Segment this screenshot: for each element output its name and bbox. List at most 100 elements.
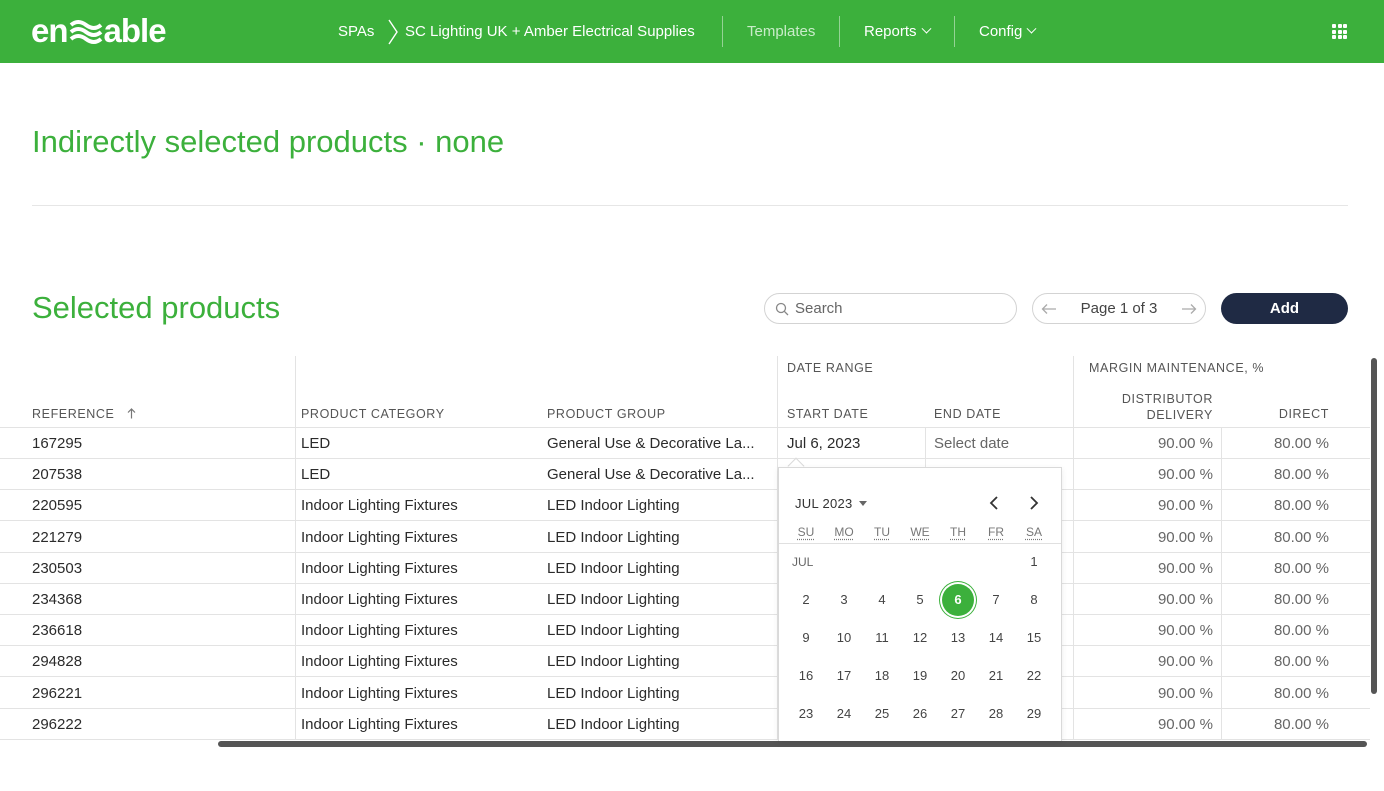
header-direct[interactable]: DIRECT	[1229, 407, 1329, 421]
table-row[interactable]: 220595 Indoor Lighting Fixtures LED Indoor…	[0, 490, 1370, 522]
calendar-day[interactable]: 25	[863, 699, 901, 729]
arrow-right-icon[interactable]	[1181, 303, 1197, 315]
search-box[interactable]	[764, 293, 1017, 324]
nav-reports[interactable]: Reports	[864, 0, 931, 63]
cell-direct[interactable]: 80.00 %	[1229, 709, 1329, 740]
calendar-day[interactable]: 28	[977, 699, 1015, 729]
calendar-day[interactable]: 1	[1015, 547, 1053, 577]
calendar-day[interactable]: 9	[787, 623, 825, 653]
cell-distributor-delivery[interactable]: 90.00 %	[1081, 428, 1213, 459]
calendar-day[interactable]: 21	[977, 661, 1015, 691]
cell-distributor-delivery[interactable]: 90.00 %	[1081, 646, 1213, 677]
header-distributor-delivery[interactable]: DISTRIBUTOR DELIVERY	[1089, 391, 1213, 423]
horizontal-scrollbar[interactable]	[218, 741, 1367, 747]
calendar-day[interactable]: 11	[863, 623, 901, 653]
cell-product-group: LED Indoor Lighting	[547, 653, 680, 671]
table-row[interactable]: 167295 LED General Use & Decorative La... J…	[0, 428, 1370, 459]
calendar-day-number: 25	[874, 706, 890, 721]
weekday-label: TU	[874, 525, 890, 539]
cell-direct[interactable]: 80.00 %	[1229, 522, 1329, 553]
cell-direct[interactable]: 80.00 %	[1229, 615, 1329, 646]
cell-distributor-delivery[interactable]: 90.00 %	[1081, 553, 1213, 584]
calendar-day-number: 3	[840, 592, 848, 607]
calendar-day[interactable]: 18	[863, 661, 901, 691]
cell-product-group: General Use & Decorative La...	[547, 466, 755, 484]
header-end-date[interactable]: END DATE	[934, 407, 1001, 421]
cell-distributor-delivery[interactable]: 90.00 %	[1081, 459, 1213, 490]
cell-distributor-delivery[interactable]: 90.00 %	[1081, 709, 1213, 740]
calendar-day-selected[interactable]: 6	[939, 584, 977, 616]
apps-grid-icon[interactable]	[1332, 24, 1347, 39]
calendar-day[interactable]: 23	[787, 699, 825, 729]
header-product-category[interactable]: PRODUCT CATEGORY	[301, 407, 445, 421]
cell-distributor-delivery[interactable]: 90.00 %	[1081, 615, 1213, 646]
cell-distributor-delivery[interactable]: 90.00 %	[1081, 584, 1213, 615]
calendar-day[interactable]: 12	[901, 623, 939, 653]
cell-direct[interactable]: 80.00 %	[1229, 646, 1329, 677]
cell-direct[interactable]: 80.00 %	[1229, 553, 1329, 584]
table-row[interactable]: 207538 LED General Use & Decorative La... 9…	[0, 459, 1370, 491]
calendar-day[interactable]: 3	[825, 585, 863, 615]
calendar-day[interactable]: 4	[863, 585, 901, 615]
cell-distributor-delivery[interactable]: 90.00 %	[1081, 490, 1213, 521]
cell-direct[interactable]: 80.00 %	[1229, 584, 1329, 615]
calendar-day[interactable]: 16	[787, 661, 825, 691]
cell-direct[interactable]: 80.00 %	[1229, 678, 1329, 709]
calendar-day[interactable]: 2	[787, 585, 825, 615]
cell-reference: 230503	[32, 559, 83, 577]
calendar-day[interactable]: 29	[1015, 699, 1053, 729]
calendar-day[interactable]: 5	[901, 585, 939, 615]
header-reference[interactable]: REFERENCE	[32, 407, 136, 421]
search-input[interactable]	[795, 300, 995, 317]
cell-direct[interactable]: 80.00 %	[1229, 428, 1329, 459]
chevron-right-icon[interactable]	[1026, 495, 1042, 511]
cell-product-category: Indoor Lighting Fixtures	[301, 684, 458, 702]
cell-distributor-delivery[interactable]: 90.00 %	[1081, 522, 1213, 553]
calendar-day[interactable]: 27	[939, 699, 977, 729]
cell-direct[interactable]: 80.00 %	[1229, 459, 1329, 490]
weekday-label: WE	[910, 525, 930, 539]
cell-product-category: Indoor Lighting Fixtures	[301, 591, 458, 608]
calendar-day[interactable]: 24	[825, 699, 863, 729]
breadcrumb-current[interactable]: SC Lighting UK + Amber Electrical Suppli…	[405, 0, 695, 63]
vertical-scrollbar[interactable]	[1371, 358, 1377, 694]
cell-end-date[interactable]: Select date	[934, 428, 1064, 459]
header-date-range: DATE RANGE	[787, 361, 874, 375]
calendar-day[interactable]: 13	[939, 623, 977, 653]
table-row[interactable]: 230503 Indoor Lighting Fixtures LED Indoor…	[0, 553, 1370, 584]
calendar-day-number: 1	[1030, 554, 1038, 569]
cell-start-date[interactable]: Jul 6, 2023	[787, 428, 917, 459]
cell-direct[interactable]: 80.00 %	[1229, 490, 1329, 521]
cell-distributor-delivery[interactable]: 90.00 %	[1081, 678, 1213, 709]
table-row[interactable]: 296221 Indoor Lighting Fixtures LED Indoor…	[0, 678, 1370, 709]
calendar-day-number: 4	[878, 592, 886, 607]
sort-ascending-icon[interactable]	[127, 408, 136, 419]
nav-templates[interactable]: Templates	[747, 0, 815, 63]
table-row[interactable]: 221279 Indoor Lighting Fixtures LED Indoor…	[0, 522, 1370, 553]
chevron-left-icon[interactable]	[986, 495, 1002, 511]
add-button[interactable]: Add	[1221, 293, 1348, 324]
header-start-date[interactable]: START DATE	[787, 407, 868, 421]
nav-divider	[839, 16, 840, 47]
calendar-day[interactable]: 15	[1015, 623, 1053, 653]
calendar-day[interactable]: 19	[901, 661, 939, 691]
cell-product-category: Indoor Lighting Fixtures	[301, 622, 458, 640]
arrow-left-icon[interactable]	[1041, 303, 1057, 315]
calendar-day[interactable]: 20	[939, 661, 977, 691]
table-row[interactable]: 234368 Indoor Lighting Fixtures LED Indoor…	[0, 584, 1370, 615]
nav-config[interactable]: Config	[979, 0, 1037, 63]
calendar-day[interactable]: 17	[825, 661, 863, 691]
table-row[interactable]: 236618 Indoor Lighting Fixtures LED Indoor…	[0, 615, 1370, 647]
breadcrumb-spas[interactable]: SPAs	[338, 0, 374, 63]
table-row[interactable]: 294828 Indoor Lighting Fixtures LED Indoor…	[0, 646, 1370, 678]
calendar-day[interactable]: 26	[901, 699, 939, 729]
enable-logo[interactable]: en able	[31, 12, 167, 49]
calendar-day[interactable]: 7	[977, 585, 1015, 615]
calendar-day[interactable]: 14	[977, 623, 1015, 653]
table-row[interactable]: 296222 Indoor Lighting Fixtures LED Indoor…	[0, 709, 1370, 740]
calendar-day[interactable]: 10	[825, 623, 863, 653]
calendar-day[interactable]: 22	[1015, 661, 1053, 691]
header-product-group[interactable]: PRODUCT GROUP	[547, 407, 666, 421]
calendar-day[interactable]: 8	[1015, 585, 1053, 615]
month-selector[interactable]: JUL 2023	[795, 496, 867, 511]
